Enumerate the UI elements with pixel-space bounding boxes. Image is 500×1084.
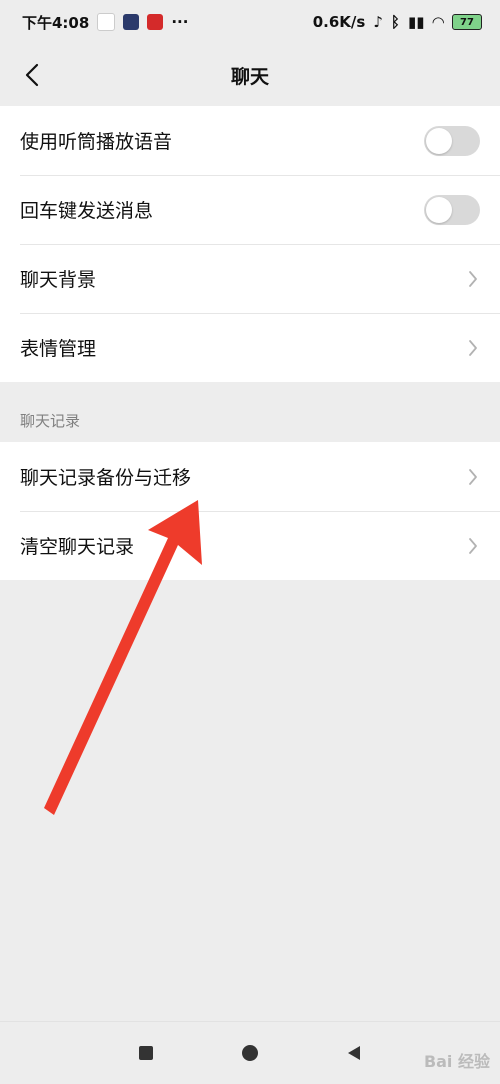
triangle-back-icon bbox=[348, 1046, 360, 1060]
chevron-right-icon bbox=[466, 466, 480, 488]
more-notifications: ··· bbox=[171, 13, 189, 31]
row-sticker-management[interactable]: 表情管理 bbox=[0, 313, 500, 382]
qq-icon bbox=[97, 13, 116, 31]
row-clear-history[interactable]: 清空聊天记录 bbox=[0, 511, 500, 580]
chevron-right-icon bbox=[466, 337, 480, 359]
back-button[interactable] bbox=[14, 57, 50, 93]
tiktok-icon: ♪ bbox=[373, 13, 383, 31]
status-bar: 下午4:08 ··· 0.6K/s ♪ ᛒ ▮▮ ◠ 77 bbox=[0, 0, 500, 44]
page-title: 聊天 bbox=[230, 65, 269, 88]
toggle-earpiece-voice[interactable] bbox=[424, 125, 480, 156]
app-icon bbox=[123, 14, 140, 30]
row-earpiece-voice[interactable]: 使用听筒播放语音 bbox=[0, 106, 500, 175]
app-icon-red bbox=[147, 14, 164, 30]
watermark: Bai 经验 bbox=[423, 1052, 490, 1071]
row-enter-send[interactable]: 回车键发送消息 bbox=[0, 175, 500, 244]
circle-icon bbox=[242, 1045, 258, 1061]
battery-icon: 77 bbox=[452, 14, 482, 30]
row-label: 聊天背景 bbox=[20, 269, 97, 291]
row-label: 表情管理 bbox=[20, 338, 97, 360]
row-label: 清空聊天记录 bbox=[20, 536, 135, 558]
toggle-enter-send[interactable] bbox=[424, 194, 480, 225]
row-chat-background[interactable]: 聊天背景 bbox=[0, 244, 500, 313]
signal-icon: ▮▮ bbox=[407, 13, 425, 31]
section-header-chat-history: 聊天记录 bbox=[20, 412, 81, 430]
row-label: 使用听筒播放语音 bbox=[20, 131, 173, 153]
home-button[interactable] bbox=[238, 1041, 262, 1065]
back-nav-button[interactable] bbox=[342, 1041, 366, 1065]
row-label: 回车键发送消息 bbox=[20, 200, 154, 222]
chevron-right-icon bbox=[466, 268, 480, 290]
settings-group-chat-history: 聊天记录备份与迁移 清空聊天记录 bbox=[0, 442, 500, 580]
chevron-left-icon bbox=[25, 63, 39, 87]
square-icon bbox=[139, 1046, 153, 1060]
bluetooth-icon: ᛒ bbox=[390, 13, 400, 31]
chevron-right-icon bbox=[466, 535, 480, 557]
status-time: 下午4:08 bbox=[22, 13, 90, 32]
row-label: 聊天记录备份与迁移 bbox=[20, 467, 192, 489]
network-speed: 0.6K/s bbox=[312, 13, 366, 31]
nav-bar: 聊天 bbox=[0, 44, 500, 106]
wifi-icon: ◠ bbox=[432, 13, 444, 31]
recents-button[interactable] bbox=[134, 1041, 158, 1065]
settings-group-general: 使用听筒播放语音 回车键发送消息 聊天背景 表情管理 bbox=[0, 106, 500, 382]
row-backup-migrate[interactable]: 聊天记录备份与迁移 bbox=[0, 442, 500, 511]
